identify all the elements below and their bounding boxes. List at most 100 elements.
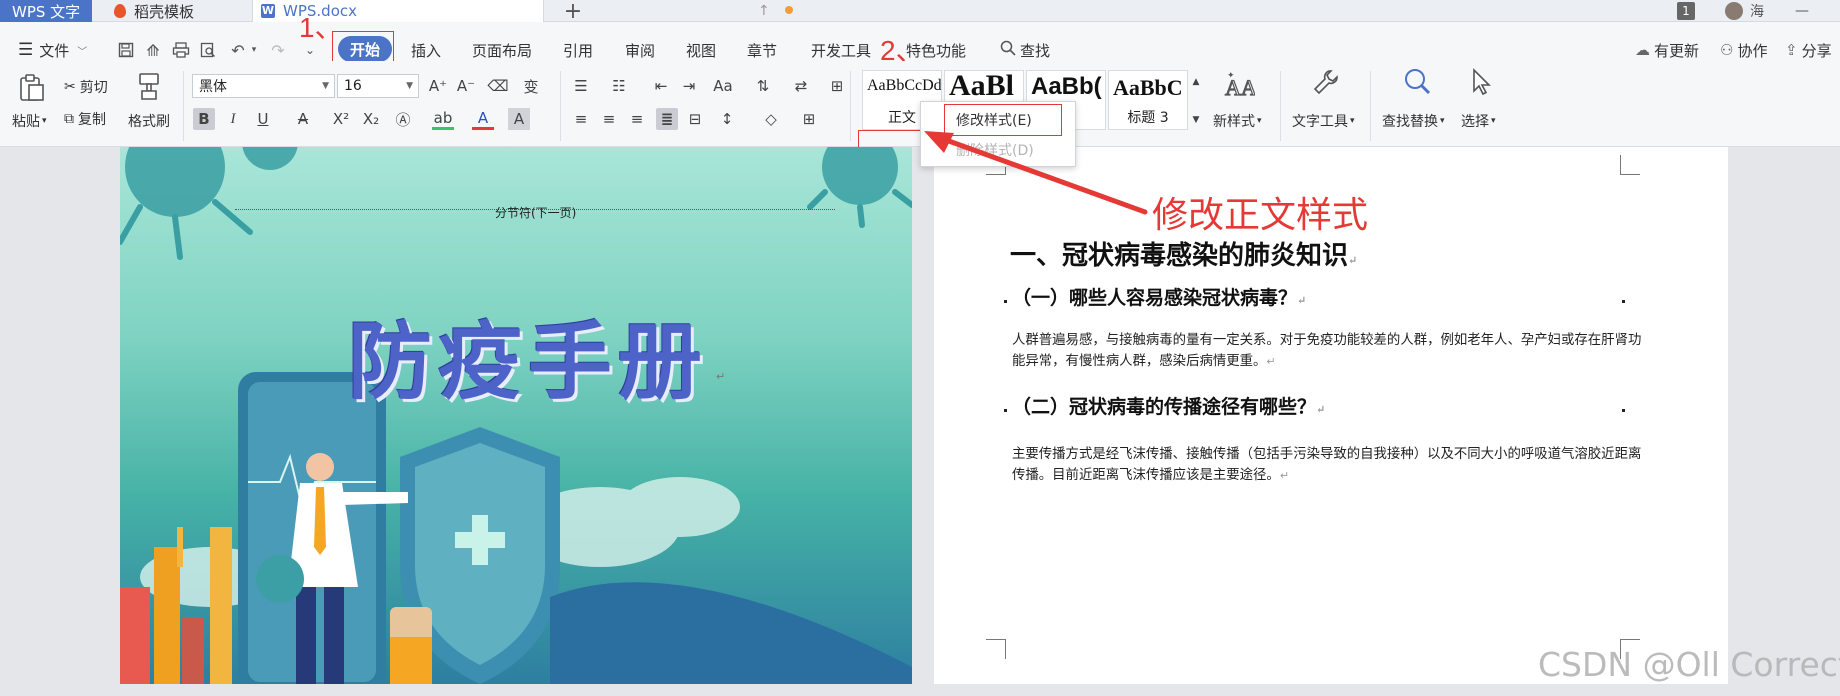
underline-button[interactable]: U xyxy=(252,108,274,130)
step1-marker: 1、 xyxy=(299,12,343,43)
upload-arrow-icon[interactable]: ↑ xyxy=(758,3,770,19)
print-icon[interactable] xyxy=(171,40,191,60)
find-replace-button[interactable]: 查找替换 ▾ xyxy=(1382,111,1445,131)
align-left-icon[interactable]: ≡ xyxy=(570,108,592,130)
strikethrough-icon[interactable]: A xyxy=(292,108,314,130)
gallery-more-icon[interactable]: ▼ xyxy=(1190,109,1202,131)
sort-icon[interactable]: ⇅ xyxy=(752,75,774,97)
tab-view[interactable]: 视图 xyxy=(686,39,716,61)
collab-button[interactable]: ⚇ 协作 xyxy=(1720,39,1767,61)
highlight-color-icon[interactable]: ab xyxy=(432,108,454,130)
borders-icon[interactable]: ⊞ xyxy=(798,108,820,130)
undo-dropdown-icon[interactable]: ▾ xyxy=(244,40,264,60)
list-marker xyxy=(1004,409,1007,412)
phonetic-guide-icon[interactable]: 变 xyxy=(520,75,542,97)
file-menu[interactable]: ☰ 文件 ﹀ xyxy=(18,39,87,61)
bold-button[interactable]: B xyxy=(193,108,215,130)
tab-document[interactable]: W WPS.docx ↑ xyxy=(252,0,793,22)
cursor-icon[interactable] xyxy=(1466,67,1498,97)
tab-wps-label: WPS 文字 xyxy=(12,2,81,21)
decrease-indent-icon[interactable]: ⇤ xyxy=(650,75,672,97)
table-layout-icon[interactable]: ⊞ xyxy=(826,75,848,97)
user-name[interactable]: 海 xyxy=(1750,2,1764,20)
tab-insert[interactable]: 插入 xyxy=(411,39,441,61)
search-menu[interactable]: 查找 xyxy=(1000,39,1050,61)
select-label: 选择 xyxy=(1461,114,1489,130)
format-painter-button[interactable]: 格式刷 xyxy=(128,111,170,131)
format-painter-icon[interactable] xyxy=(134,71,166,101)
change-case-icon[interactable]: Aa xyxy=(712,75,734,97)
search-icon xyxy=(1000,40,1016,60)
user-plus-icon: ⚇ xyxy=(1720,41,1734,59)
tab-start[interactable]: 开始 xyxy=(338,36,392,62)
gallery-scroll-up-icon[interactable]: ▲ xyxy=(1190,71,1202,93)
paste-icon[interactable] xyxy=(16,73,48,103)
tab-template[interactable]: 稻壳模板 xyxy=(98,0,246,22)
update-button[interactable]: ☁ 有更新 xyxy=(1635,39,1699,61)
heading-1[interactable]: 一、冠状病毒感染的肺炎知识↵ xyxy=(1010,235,1357,272)
paragraph-1[interactable]: 人群普遍易感，与接触病毒的量有一定关系。对于免疫功能较差的人群，例如老年人、孕产… xyxy=(1012,330,1652,372)
redo-icon[interactable]: ↷ xyxy=(268,40,288,60)
highlight-box-modify-style xyxy=(944,104,1062,136)
cover-page[interactable]: 分节符(下一页) 防疫手册 ↵ xyxy=(120,147,912,684)
font-name-select[interactable]: 黑体 ▼ xyxy=(192,74,335,98)
align-center-icon[interactable]: ≡ xyxy=(598,108,620,130)
new-style-icon[interactable]: AA ✦ xyxy=(1223,69,1257,101)
eraser-icon[interactable]: ⌫ xyxy=(487,75,509,97)
show-marks-icon[interactable]: ⇄ xyxy=(790,75,812,97)
caret-down-icon: ▾ xyxy=(1440,116,1445,126)
select-button[interactable]: 选择 ▾ xyxy=(1461,111,1496,131)
tab-reference[interactable]: 引用 xyxy=(563,39,593,61)
find-replace-icon[interactable] xyxy=(1402,67,1434,97)
shading-fill-icon[interactable]: ◇ xyxy=(760,108,782,130)
list-marker xyxy=(1622,409,1625,412)
text-tools-button[interactable]: 文字工具 ▾ xyxy=(1292,111,1355,131)
heading-2-q1[interactable]: （一）哪些人容易感染冠状病毒？↵ xyxy=(1012,283,1306,310)
font-size-select[interactable]: 16 ▼ xyxy=(337,74,419,98)
avatar[interactable] xyxy=(1725,2,1743,20)
print-preview-icon[interactable] xyxy=(198,40,218,60)
tab-special[interactable]: 特色功能 xyxy=(906,39,966,61)
superscript-icon[interactable]: X² xyxy=(330,108,352,130)
char-shading-icon[interactable]: A xyxy=(508,108,530,130)
style-heading-3[interactable]: AaBbC 标题 3 xyxy=(1108,70,1188,130)
save-icon[interactable] xyxy=(116,40,136,60)
distribute-icon[interactable]: ⊟ xyxy=(684,108,706,130)
tab-chapter[interactable]: 章节 xyxy=(747,39,777,61)
new-tab-button[interactable]: + xyxy=(558,0,588,24)
cut-button[interactable]: ✂ 剪切 xyxy=(64,77,108,97)
tab-review[interactable]: 审阅 xyxy=(625,39,655,61)
text-effect-icon[interactable]: Ⓐ xyxy=(392,108,414,130)
align-right-icon[interactable]: ≡ xyxy=(626,108,648,130)
tab-devtools[interactable]: 开发工具 xyxy=(811,39,871,61)
new-style-button[interactable]: 新样式 ▾ xyxy=(1213,111,1262,131)
delete-style-menu-item[interactable]: 删除样式(D) xyxy=(921,136,1075,164)
window-count-badge[interactable]: 1 xyxy=(1677,2,1695,20)
line-spacing-icon[interactable]: ↕ xyxy=(716,108,738,130)
tab-wps-writer[interactable]: WPS 文字 xyxy=(0,0,92,22)
italic-button[interactable]: I xyxy=(222,108,244,130)
paste-label: 粘贴 xyxy=(12,114,40,130)
bullet-list-icon[interactable]: ☰ xyxy=(570,75,592,97)
increase-indent-icon[interactable]: ⇥ xyxy=(678,75,700,97)
minimize-icon[interactable]: — xyxy=(1795,2,1815,20)
font-color-icon[interactable]: A xyxy=(472,108,494,130)
font-size-value: 16 xyxy=(344,78,362,94)
list-marker xyxy=(1004,300,1007,303)
heading-2-q2[interactable]: （二）冠状病毒的传播途径有哪些？↵ xyxy=(1012,392,1325,419)
tab-layout[interactable]: 页面布局 xyxy=(472,39,532,61)
subscript-icon[interactable]: X₂ xyxy=(360,108,382,130)
paste-button[interactable]: 粘贴 ▾ xyxy=(12,111,47,131)
new-style-label: 新样式 xyxy=(1213,114,1255,130)
share-button[interactable]: ⇪ 分享 xyxy=(1785,39,1832,61)
cover-title[interactable]: 防疫手册 xyxy=(348,295,708,416)
grow-font-icon[interactable]: A⁺ xyxy=(427,75,449,97)
shrink-font-icon[interactable]: A⁻ xyxy=(455,75,477,97)
numbered-list-icon[interactable]: ☷ xyxy=(608,75,630,97)
wrench-icon[interactable] xyxy=(1311,67,1343,97)
paragraph-2[interactable]: 主要传播方式是经飞沫传播、接触传播（包括手污染导致的自我接种）以及不同大小的呼吸… xyxy=(1012,444,1652,486)
export-icon[interactable]: ⟰ xyxy=(143,40,163,60)
copy-button[interactable]: ⧉ 复制 xyxy=(64,109,106,129)
justify-icon[interactable]: ≣ xyxy=(656,108,678,130)
unsaved-dot-icon xyxy=(785,6,793,14)
